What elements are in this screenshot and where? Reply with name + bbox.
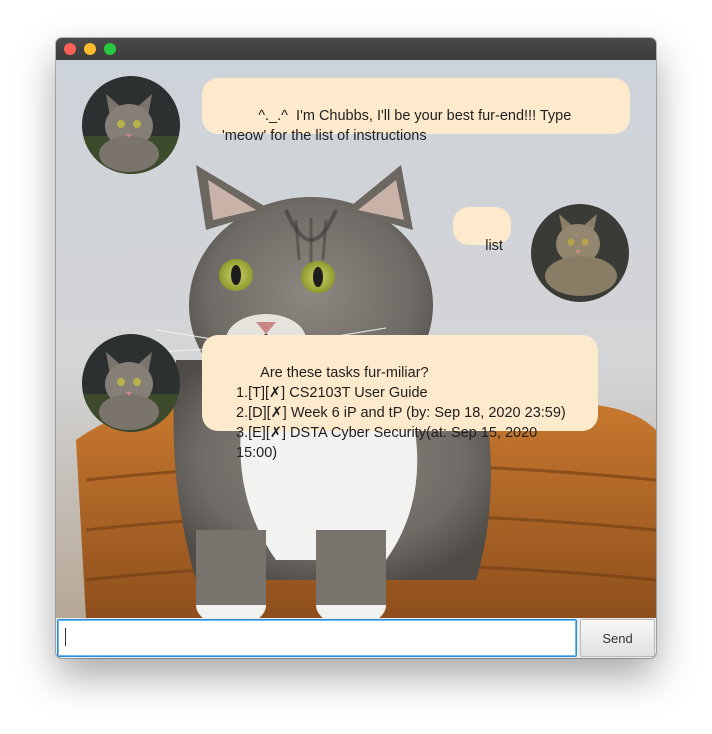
maximize-window-button[interactable]	[104, 43, 116, 55]
app-window: ^._.^ I'm Chubbs, I'll be your best fur-…	[56, 38, 656, 658]
send-button[interactable]: Send	[580, 619, 655, 657]
text-caret	[65, 628, 66, 646]
cat-avatar-icon	[82, 76, 180, 174]
cat-avatar-icon	[82, 334, 180, 432]
message-text: list	[485, 238, 503, 254]
bot-message-bubble: Are these tasks fur-miliar? 1.[T][✗] CS2…	[202, 335, 598, 461]
input-bar: Send	[56, 618, 656, 658]
bot-avatar	[82, 76, 180, 174]
cat-avatar-icon	[531, 204, 629, 302]
user-message-bubble: list	[453, 207, 511, 254]
bot-avatar	[82, 334, 180, 432]
message-input[interactable]	[57, 619, 577, 657]
bot-message-bubble: ^._.^ I'm Chubbs, I'll be your best fur-…	[202, 78, 630, 144]
close-window-button[interactable]	[64, 43, 76, 55]
user-avatar	[531, 204, 629, 302]
chat-area[interactable]: ^._.^ I'm Chubbs, I'll be your best fur-…	[56, 60, 656, 618]
title-bar	[56, 38, 656, 60]
minimize-window-button[interactable]	[84, 43, 96, 55]
